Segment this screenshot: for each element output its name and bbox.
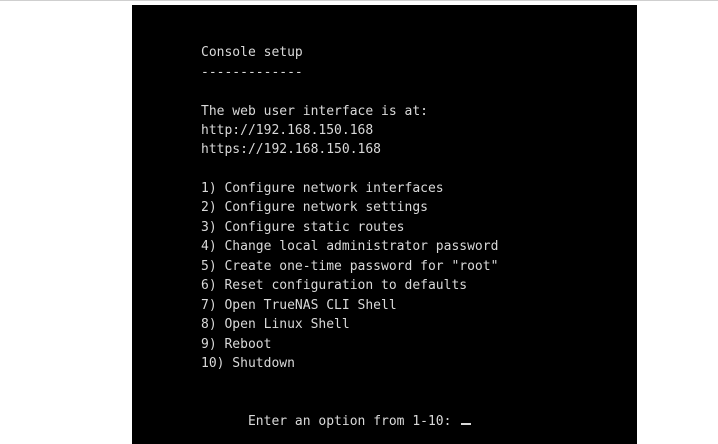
top-border (0, 0, 718, 1)
page: Console setup ------------- The web user… (0, 0, 718, 444)
menu-option-4: 4) Change local administrator password (201, 239, 499, 254)
menu-option-6: 6) Reset configuration to defaults (201, 278, 468, 293)
menu-option-5: 5) Create one-time password for "root" (201, 259, 499, 274)
http-url: http://192.168.150.168 (201, 123, 374, 138)
option-prompt-label: Enter an option from 1-10: (247, 413, 460, 429)
menu-option-9: 9) Reboot (201, 337, 272, 352)
menu-option-3: 3) Configure static routes (201, 220, 405, 235)
cursor-underscore (461, 422, 472, 425)
menu-option-2: 2) Configure network settings (201, 200, 428, 215)
menu-option-10: 10) Shutdown (201, 356, 295, 371)
web-ui-intro: The web user interface is at: (201, 104, 428, 119)
console-screen[interactable]: Console setup ------------- The web user… (132, 5, 637, 444)
menu-option-1: 1) Configure network interfaces (201, 181, 444, 196)
menu-option-7: 7) Open TrueNAS CLI Shell (201, 298, 397, 313)
option-prompt-line: Enter an option from 1-10: (201, 392, 472, 444)
https-url: https://192.168.150.168 (201, 142, 382, 157)
menu-option-8: 8) Open Linux Shell (201, 317, 350, 332)
console-title: Console setup (201, 45, 303, 60)
console-title-underline: ------------- (201, 65, 303, 80)
